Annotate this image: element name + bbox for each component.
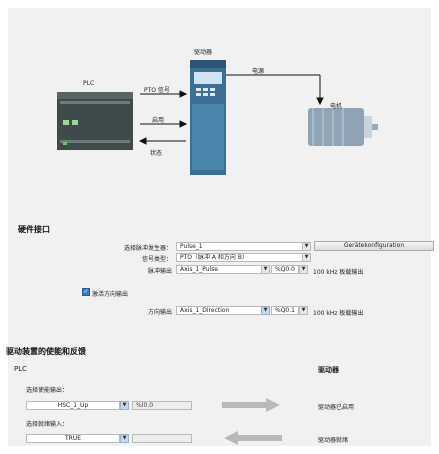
pulse-generator-field[interactable]: Pulse_1 xyxy=(176,242,304,251)
pulse-output-frequency: 100 kHz 板载输出 xyxy=(313,269,364,276)
ready-signal-label: 状态 xyxy=(150,150,163,157)
plc-column-heading: PLC xyxy=(14,365,28,373)
ready-input-label: 选择就绪输入： xyxy=(26,421,69,428)
direction-output-address-dropdown[interactable]: ▼ xyxy=(299,306,308,315)
enable-output-label: 选择使能输出： xyxy=(26,387,69,394)
direction-output-tag-field[interactable]: Axis_1_Direction xyxy=(176,306,262,315)
drive-label: 驱动器 xyxy=(194,49,213,56)
direction-output-address-field[interactable]: %Q0.1 xyxy=(271,306,299,315)
enable-output-dropdown[interactable]: ▼ xyxy=(120,401,129,410)
device-configuration-button[interactable]: Gerätekonfiguration xyxy=(314,241,434,251)
pulse-output-tag-dropdown[interactable]: ▼ xyxy=(261,265,270,274)
power-label: 电源 xyxy=(252,68,265,75)
drive-device-image xyxy=(190,60,226,175)
pulse-generator-label: 选择脉冲发生器： xyxy=(123,245,172,252)
enable-output-address-field: %I0.0 xyxy=(132,401,192,410)
pulse-generator-dropdown[interactable]: ▼ xyxy=(302,242,311,251)
enable-direction-arrow-right-icon xyxy=(222,398,280,412)
signal-type-dropdown[interactable]: ▼ xyxy=(302,253,311,262)
enable-signal-label: 启用 xyxy=(152,117,165,124)
wiring-diagram xyxy=(57,60,378,175)
motor-label: 电机 xyxy=(330,103,343,110)
signal-type-label: 信号类型： xyxy=(141,256,172,263)
direction-output-checkbox[interactable]: ✓ xyxy=(82,288,90,296)
motor-image xyxy=(308,108,378,146)
pto-signal-label: PTO 信号 xyxy=(144,87,170,94)
ready-input-dropdown[interactable]: ▼ xyxy=(120,434,129,443)
ready-direction-arrow-left-icon xyxy=(224,431,282,445)
ready-input-field[interactable]: TRUE xyxy=(26,434,120,443)
drive-enable-feedback-title: 驱动装置的使能和反馈 xyxy=(6,347,86,356)
signal-type-field[interactable]: PTO（脉冲 A 和方向 B） xyxy=(176,253,304,262)
direction-output-tag-dropdown[interactable]: ▼ xyxy=(261,306,270,315)
direction-output-label: 方向输出 xyxy=(147,309,172,316)
pulse-output-tag-field[interactable]: Axis_1_Pulse xyxy=(176,265,262,274)
ready-input-address-field xyxy=(132,434,192,443)
direction-output-checkbox-label: 激活方向输出 xyxy=(92,291,129,298)
pulse-output-address-dropdown[interactable]: ▼ xyxy=(299,265,308,274)
pulse-output-address-field[interactable]: %Q0.0 xyxy=(271,265,299,274)
drive-column-heading: 驱动器 xyxy=(318,366,339,374)
pulse-output-label: 脉冲输出 xyxy=(147,268,172,275)
drive-ready-text: 驱动器就绪 xyxy=(318,437,349,444)
enable-output-field[interactable]: HSC_1_Up xyxy=(26,401,120,410)
direction-output-frequency: 100 kHz 板载输出 xyxy=(313,310,364,317)
plc-label: PLC xyxy=(83,80,95,87)
hardware-interface-title: 硬件接口 xyxy=(18,225,50,234)
plc-device-image xyxy=(57,92,133,150)
drive-enabled-text: 驱动器已启用 xyxy=(318,404,355,411)
